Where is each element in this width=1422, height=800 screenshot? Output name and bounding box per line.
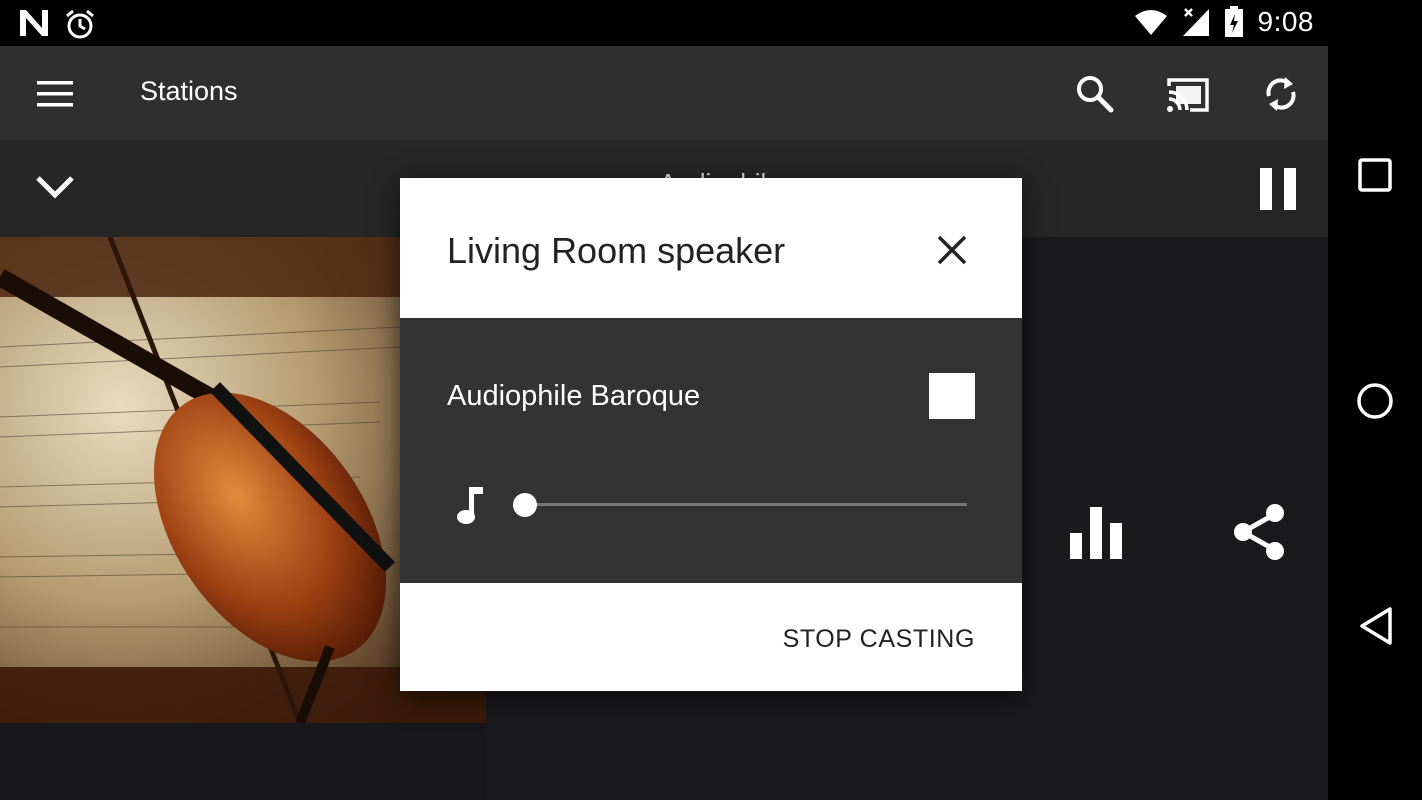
cell-no-signal-icon [1182,8,1209,36]
share-icon[interactable] [1231,502,1287,562]
status-clock: 9:08 [1257,6,1314,37]
cast-media-title: Audiophile Baroque [447,380,701,412]
stop-icon[interactable] [929,373,975,419]
notification-n-icon [20,10,48,36]
cast-connected-icon[interactable] [1166,72,1210,116]
pause-icon[interactable] [1258,168,1298,210]
search-icon[interactable] [1073,72,1117,116]
menu-icon[interactable] [33,72,77,116]
toolbar-title: Stations [140,76,238,106]
wifi-icon [1134,10,1167,35]
volume-slider[interactable] [513,493,967,517]
chevron-down-icon[interactable] [33,170,77,206]
status-bar: 9:08 [0,0,1328,46]
system-nav-bar [1328,0,1422,800]
cast-dialog-header: Living Room speaker [400,178,1022,318]
sync-icon[interactable] [1259,72,1303,116]
music-note-icon [457,487,483,524]
stop-casting-button[interactable]: STOP CASTING [783,625,975,654]
battery-charging-icon [1224,6,1243,37]
back-triangle-icon[interactable] [1358,606,1394,646]
home-circle-icon[interactable] [1356,382,1394,420]
alarm-icon [66,9,94,39]
cast-dialog-footer: STOP CASTING [400,583,1022,691]
cast-dialog: Living Room speaker Audiophile Baroque S… [400,178,1022,691]
recents-square-icon[interactable] [1358,158,1392,192]
equalizer-icon[interactable] [1068,505,1124,561]
close-icon[interactable] [930,228,974,272]
cast-device-title: Living Room speaker [447,230,786,271]
volume-slider-thumb[interactable] [513,493,537,517]
volume-row [447,483,977,527]
cast-dialog-body: Audiophile Baroque [400,318,1022,583]
app-toolbar: Stations [0,46,1328,140]
